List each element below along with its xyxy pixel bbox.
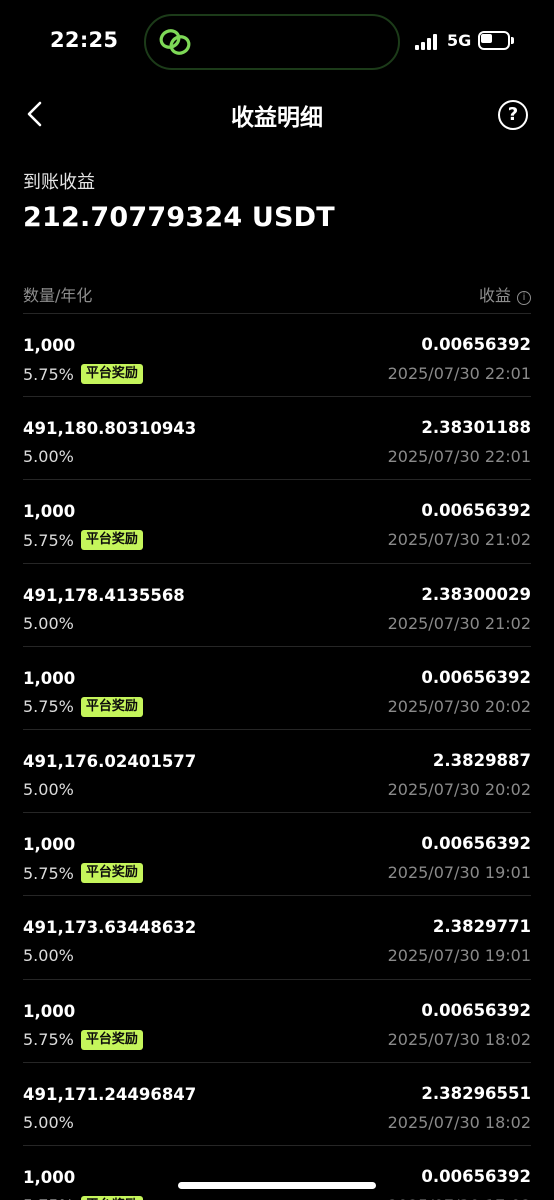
platform-reward-badge: 平台奖励: [80, 364, 143, 384]
platform-reward-badge: 平台奖励: [80, 1029, 143, 1050]
row-rate-wrap: 5.75% 平台奖励: [23, 1029, 143, 1050]
row-annual-rate: 5.00%: [23, 1112, 74, 1132]
row-annual-rate: 5.75%: [23, 1196, 74, 1200]
row-rate-wrap: 5.00%: [23, 780, 74, 799]
list-item[interactable]: 491,171.24496847 5.00% 2.38296551 2025/07/3…: [23, 1063, 531, 1146]
row-rate-wrap: 5.00%: [23, 447, 74, 466]
list-header: 数量/年化 收益 i: [23, 280, 531, 314]
row-annual-rate: 5.75%: [23, 863, 74, 883]
platform-reward-badge: 平台奖励: [80, 863, 143, 884]
row-earning: 0.00656392: [421, 335, 531, 354]
row-annual-rate: 5.00%: [23, 946, 74, 966]
earnings-list: 1,000 5.75% 平台奖励 0.00656392 2025/07/30 22:01…: [23, 314, 531, 1200]
row-timestamp: 2025/07/30 22:01: [387, 447, 531, 467]
row-rate-wrap: 5.75% 平台奖励: [23, 863, 143, 884]
platform-reward-badge: 平台奖励: [80, 696, 143, 717]
row-rate-wrap: 5.75% 平台奖励: [23, 530, 143, 551]
row-quantity: 1,000: [23, 835, 76, 855]
list-item[interactable]: 1,000 5.75% 平台奖励 0.00656392 2025/07/30 17:02: [23, 1146, 531, 1200]
nav-bar: 收益明细 ?: [0, 84, 554, 144]
row-quantity: 491,180.80310943: [23, 419, 197, 439]
row-annual-rate: 5.00%: [23, 779, 74, 799]
row-timestamp: 2025/07/30 21:02: [387, 530, 531, 550]
row-earning: 2.38301188: [421, 418, 531, 438]
row-rate-wrap: 5.75% 平台奖励: [23, 364, 143, 384]
row-timestamp: 2025/07/30 18:02: [387, 1112, 531, 1132]
list-item[interactable]: 491,176.02401577 5.00% 2.3829887 2025/07/30…: [23, 730, 531, 814]
row-timestamp: 2025/07/30 19:01: [387, 946, 531, 966]
platform-reward-badge: 平台奖励: [80, 1195, 143, 1200]
row-earning: 0.00656392: [421, 834, 531, 854]
row-quantity: 1,000: [23, 1167, 76, 1187]
screen: 22:25 5G 收益明细 ? 到账收益 212.70779324 USDT 数…: [0, 0, 554, 1200]
row-annual-rate: 5.75%: [23, 364, 74, 384]
row-earning: 2.3829771: [432, 917, 531, 937]
row-timestamp: 2025/07/30 17:02: [388, 1196, 531, 1200]
row-rate-wrap: 5.00%: [23, 1113, 74, 1132]
row-quantity: 491,171.24496847: [23, 1084, 197, 1104]
row-timestamp: 2025/07/30 22:01: [387, 364, 531, 383]
list-item[interactable]: 491,178.4135568 5.00% 2.38300029 2025/07/30…: [23, 564, 531, 647]
row-timestamp: 2025/07/30 20:02: [387, 696, 531, 716]
row-timestamp: 2025/07/30 19:01: [387, 863, 531, 883]
list-item[interactable]: 491,173.63448632 5.00% 2.3829771 2025/07/30…: [23, 896, 531, 980]
row-quantity: 491,178.4135568: [23, 585, 185, 605]
list-item[interactable]: 1,000 5.75% 平台奖励 0.00656392 2025/07/30 21:02: [23, 480, 531, 564]
row-rate-wrap: 5.00%: [23, 946, 74, 965]
row-quantity: 1,000: [23, 1001, 76, 1021]
list-item[interactable]: 1,000 5.75% 平台奖励 0.00656392 2025/07/30 20:02: [23, 647, 531, 730]
row-annual-rate: 5.75%: [23, 1030, 74, 1049]
summary-amount: 212.70779324 USDT: [23, 202, 335, 233]
row-timestamp: 2025/07/30 21:02: [387, 613, 531, 633]
network-type: 5G: [447, 31, 472, 50]
row-annual-rate: 5.75%: [23, 530, 74, 550]
row-rate-wrap: 5.00%: [23, 614, 74, 633]
row-earning: 0.00656392: [421, 667, 531, 687]
row-rate-wrap: 5.75% 平台奖励: [23, 1195, 143, 1200]
row-quantity: 1,000: [23, 336, 76, 355]
page-title: 收益明细: [231, 105, 323, 131]
dynamic-island[interactable]: [144, 14, 400, 70]
list-item[interactable]: 1,000 5.75% 平台奖励 0.00656392 2025/07/30 19:01: [23, 813, 531, 897]
list-item[interactable]: 1,000 5.75% 平台奖励 0.00656392 2025/07/30 22:01: [23, 314, 531, 398]
signal-icon: [415, 34, 441, 50]
summary-label: 到账收益: [23, 172, 95, 193]
battery-icon: [478, 31, 514, 51]
list-item[interactable]: 1,000 5.75% 平台奖励 0.00656392 2025/07/30 18:02: [23, 980, 531, 1063]
row-earning: 0.00656392: [421, 1166, 531, 1186]
status-time: 22:25: [50, 28, 119, 52]
row-rate-wrap: 5.75% 平台奖励: [23, 696, 143, 717]
row-earning: 2.38300029: [421, 584, 531, 604]
row-earning: 0.00656392: [421, 1000, 531, 1020]
row-earning: 2.3829887: [432, 750, 531, 770]
help-icon[interactable]: ?: [498, 100, 528, 130]
row-annual-rate: 5.00%: [23, 613, 74, 633]
column-earnings: 收益 i: [479, 282, 531, 306]
row-annual-rate: 5.00%: [23, 447, 74, 467]
row-timestamp: 2025/07/30 20:02: [387, 779, 531, 799]
home-indicator[interactable]: [178, 1182, 376, 1189]
column-earnings-label: 收益: [478, 286, 511, 305]
row-timestamp: 2025/07/30 18:02: [387, 1029, 531, 1049]
status-bar: 22:25 5G: [0, 0, 554, 84]
row-quantity: 491,176.02401577: [23, 751, 197, 771]
row-quantity: 1,000: [23, 502, 76, 522]
row-quantity: 491,173.63448632: [23, 918, 197, 938]
row-annual-rate: 5.75%: [23, 697, 74, 717]
row-quantity: 1,000: [23, 668, 76, 688]
info-icon[interactable]: i: [517, 291, 531, 305]
link-rings-icon: [159, 29, 191, 55]
platform-reward-badge: 平台奖励: [80, 530, 143, 551]
list-item[interactable]: 491,180.80310943 5.00% 2.38301188 2025/07/3…: [23, 397, 531, 481]
row-earning: 2.38296551: [421, 1083, 531, 1103]
column-quantity-rate: 数量/年化: [23, 286, 93, 305]
row-earning: 0.00656392: [421, 501, 531, 521]
